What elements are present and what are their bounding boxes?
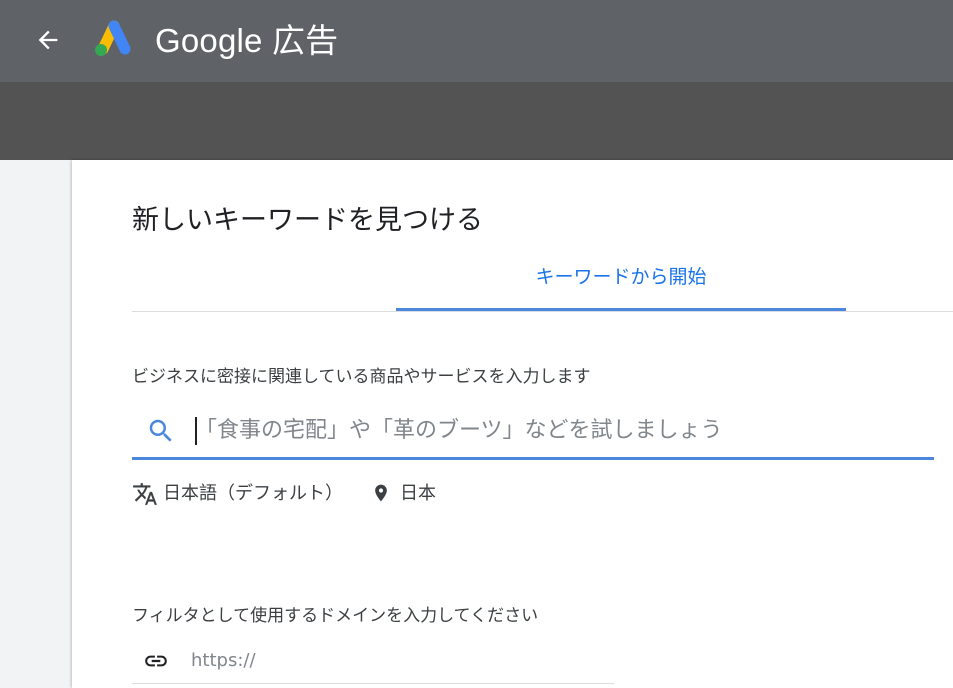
brand-title: Google 広告 <box>155 22 339 59</box>
tab-active-indicator <box>396 308 846 311</box>
search-icon <box>149 419 172 442</box>
app-header: Google 広告 <box>0 0 953 82</box>
back-button[interactable] <box>28 20 68 60</box>
keyword-input[interactable] <box>195 402 915 458</box>
tab-start-with-keywords[interactable]: キーワードから開始 <box>396 250 846 311</box>
link-icon <box>145 655 167 667</box>
google-ads-logo <box>95 20 131 56</box>
location-pin-icon <box>375 484 387 502</box>
header-subbar <box>0 82 953 160</box>
arrow-left-icon <box>38 30 58 50</box>
domain-field[interactable] <box>132 638 614 684</box>
keyword-input-underline <box>132 457 934 460</box>
tab-divider <box>132 311 953 312</box>
keyword-search-field[interactable] <box>132 402 934 460</box>
page-title: 新しいキーワードを見つける <box>132 205 483 236</box>
domain-input[interactable] <box>191 638 601 682</box>
page-background <box>0 160 72 688</box>
keywords-prompt: ビジネスに密接に関連している商品やサービスを入力します <box>132 367 591 387</box>
domain-prompt: フィルタとして使用するドメインを入力してください <box>132 606 539 626</box>
keyword-planner-card: 新しいキーワードを見つける キーワードから開始 ビジネスに密接に関連している商品… <box>72 160 953 688</box>
tab-label: キーワードから開始 <box>535 266 707 288</box>
translate-icon <box>133 483 157 505</box>
domain-input-underline <box>132 683 614 684</box>
location-selector[interactable]: 日本 <box>400 479 436 505</box>
language-selector[interactable]: 日本語（デフォルト） <box>163 479 343 505</box>
